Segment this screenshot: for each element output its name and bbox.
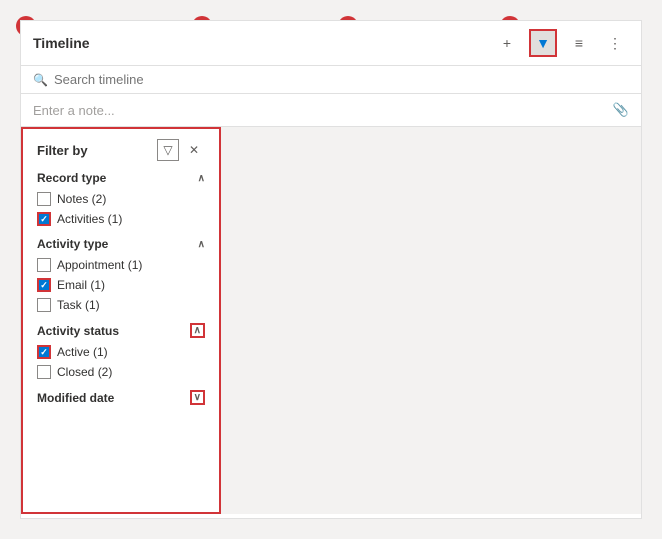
section-modified-date[interactable]: Modified date ∨ xyxy=(37,390,205,405)
filter-item-appointment: Appointment (1) xyxy=(37,255,205,275)
filter-panel-filter-icon[interactable]: ▽ xyxy=(157,139,179,161)
section-activity-type[interactable]: Activity type ∧ xyxy=(37,237,205,251)
filter-button[interactable]: ▼ xyxy=(529,29,557,57)
note-placeholder-text: Enter a note... xyxy=(33,103,115,118)
sort-button[interactable]: ≡ xyxy=(565,29,593,57)
outer-container: 4 3 2 1 5 Timeline + ▼ ≡ ⋮ 🔍 Enter a not… xyxy=(0,0,662,539)
filter-item-email: Email (1) xyxy=(37,275,205,295)
filter-item-task: Task (1) xyxy=(37,295,205,315)
label-email: Email (1) xyxy=(57,278,105,292)
filter-item-active: Active (1) xyxy=(37,342,205,362)
activity-status-chevron: ∧ xyxy=(190,323,205,338)
search-input[interactable] xyxy=(54,72,629,87)
filter-panel: Filter by ▽ ✕ Record type ∧ Notes (2) xyxy=(21,127,221,514)
add-button[interactable]: + xyxy=(493,29,521,57)
main-content: Filter by ▽ ✕ Record type ∧ Notes (2) xyxy=(21,127,641,514)
label-active: Active (1) xyxy=(57,345,108,359)
filter-panel-header: Filter by ▽ ✕ xyxy=(37,139,205,161)
record-type-chevron: ∧ xyxy=(198,173,205,184)
checkbox-appointment[interactable] xyxy=(37,258,51,272)
right-panel xyxy=(221,127,641,514)
note-bar: Enter a note... 📎 xyxy=(21,94,641,127)
search-bar: 🔍 xyxy=(21,66,641,94)
attachment-icon: 📎 xyxy=(613,102,629,118)
timeline-card: Timeline + ▼ ≡ ⋮ 🔍 Enter a note... 📎 Fil… xyxy=(20,20,642,519)
filter-item-closed: Closed (2) xyxy=(37,362,205,382)
filter-item-notes: Notes (2) xyxy=(37,189,205,209)
activity-type-chevron: ∧ xyxy=(198,239,205,250)
timeline-header: Timeline + ▼ ≡ ⋮ xyxy=(21,21,641,66)
label-activities: Activities (1) xyxy=(57,212,122,226)
filter-by-label: Filter by xyxy=(37,143,88,158)
label-notes: Notes (2) xyxy=(57,192,106,206)
label-task: Task (1) xyxy=(57,298,100,312)
checkbox-email[interactable] xyxy=(37,278,51,292)
label-appointment: Appointment (1) xyxy=(57,258,142,272)
label-closed: Closed (2) xyxy=(57,365,112,379)
filter-item-activities: Activities (1) xyxy=(37,209,205,229)
section-record-type-label: Record type xyxy=(37,171,106,185)
checkbox-task[interactable] xyxy=(37,298,51,312)
more-button[interactable]: ⋮ xyxy=(601,29,629,57)
checkbox-notes[interactable] xyxy=(37,192,51,206)
filter-panel-icons: ▽ ✕ xyxy=(157,139,205,161)
section-activity-status[interactable]: Activity status ∧ xyxy=(37,323,205,338)
section-modified-date-label: Modified date xyxy=(37,391,114,405)
section-record-type[interactable]: Record type ∧ xyxy=(37,171,205,185)
timeline-title: Timeline xyxy=(33,35,485,51)
section-activity-status-label: Activity status xyxy=(37,324,119,338)
checkbox-active[interactable] xyxy=(37,345,51,359)
section-activity-type-label: Activity type xyxy=(37,237,108,251)
close-panel-button[interactable]: ✕ xyxy=(183,139,205,161)
search-icon: 🔍 xyxy=(33,73,48,87)
checkbox-activities[interactable] xyxy=(37,212,51,226)
checkbox-closed[interactable] xyxy=(37,365,51,379)
modified-date-chevron: ∨ xyxy=(190,390,205,405)
